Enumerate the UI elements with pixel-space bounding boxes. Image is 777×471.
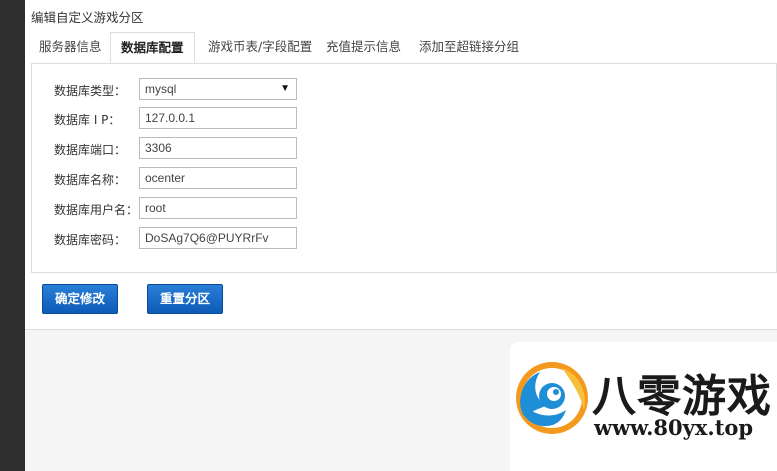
edit-panel: 编辑自定义游戏分区 服务器信息 数据库配置 游戏币表/字段配置 充值提示信息 添… (25, 0, 777, 330)
db-name-label: 数据库名称： (54, 173, 127, 187)
db-password-input[interactable]: DoSAg7Q6@PUYRrFv (139, 227, 297, 249)
db-port-row: 数据库端口： 3306 (32, 137, 432, 161)
db-user-row: 数据库用户名： root (32, 197, 432, 221)
db-user-label: 数据库用户名： (54, 203, 139, 217)
db-password-label: 数据库密码： (54, 233, 127, 247)
db-type-row: 数据库类型： mysql ▼ (32, 78, 432, 102)
db-ip-row: 数据库 I P： 127.0.0.1 (32, 107, 432, 131)
db-ip-label: 数据库 I P： (54, 113, 121, 127)
database-form: 数据库类型： mysql ▼ 数据库 I P： 127.0.0.1 数据库端口：… (31, 63, 777, 273)
watermark-80yx: 八零游戏 www.80yx.top (510, 342, 777, 471)
tab-recharge-tip[interactable]: 充值提示信息 (326, 32, 401, 62)
db-port-input[interactable]: 3306 (139, 137, 297, 159)
db-name-input[interactable]: ocenter (139, 167, 297, 189)
watermark-url: www.80yx.top (594, 415, 754, 440)
tab-database-config[interactable]: 数据库配置 (110, 32, 195, 63)
80yx-logo-icon (516, 362, 588, 434)
tab-bar: 服务器信息 数据库配置 游戏币表/字段配置 充值提示信息 添加至超链接分组 (31, 32, 777, 64)
tab-server-info[interactable]: 服务器信息 (39, 32, 102, 62)
db-type-select[interactable]: mysql ▼ (139, 78, 297, 100)
reset-partition-button[interactable]: 重置分区 (147, 284, 223, 314)
db-ip-input[interactable]: 127.0.0.1 (139, 107, 297, 129)
page-title: 编辑自定义游戏分区 (31, 10, 144, 25)
tab-currency-table-config[interactable]: 游戏币表/字段配置 (208, 32, 312, 62)
confirm-modify-button[interactable]: 确定修改 (42, 284, 118, 314)
left-sidebar (0, 0, 25, 471)
dropdown-arrow-icon: ▼ (280, 83, 290, 94)
db-name-row: 数据库名称： ocenter (32, 167, 432, 191)
db-type-value: mysql (145, 82, 177, 96)
db-user-input[interactable]: root (139, 197, 297, 219)
db-type-label: 数据库类型： (54, 84, 127, 98)
db-port-label: 数据库端口： (54, 143, 127, 157)
tab-hyperlink-group[interactable]: 添加至超链接分组 (419, 32, 519, 62)
db-password-row: 数据库密码： DoSAg7Q6@PUYRrFv (32, 227, 432, 251)
